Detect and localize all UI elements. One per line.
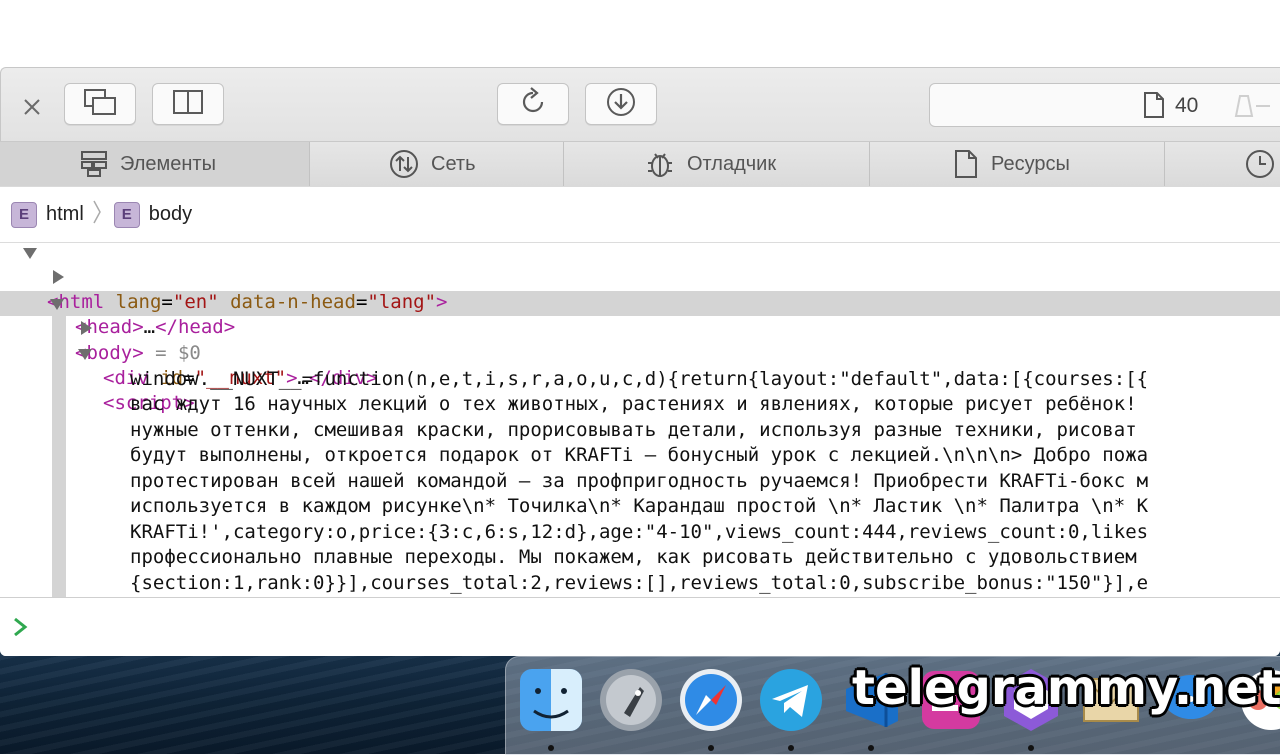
running-indicator [548,745,554,751]
tab-network[interactable]: Сеть [311,142,564,186]
dom-node-head[interactable]: <head>…</head> [0,265,235,338]
download-button[interactable] [585,83,657,125]
dom-node-script[interactable]: <script> [0,341,195,414]
running-indicator [868,745,874,751]
watermark-text: telegrammy.net [852,660,1280,716]
activity-viewer[interactable]: 40 [929,83,1280,127]
launchpad-icon[interactable] [596,665,666,735]
download-icon [605,86,637,123]
dom-node-body[interactable]: <body> = $0 [0,291,1280,364]
dock-mode-icon [83,88,117,121]
safari-icon[interactable] [676,665,746,735]
tab-timeline[interactable] [1166,142,1280,186]
inspector-toolbar: 40 [0,67,1280,142]
dom-tree: <html lang="en" data-n-head="lang"> <hea… [0,243,1280,597]
disclosure-triangle-icon[interactable] [23,248,37,259]
tab-label: Отладчик [687,152,777,175]
breadcrumb-label: html [46,203,84,225]
script-text-line: используется в каждом рисунке\n* Точилка… [130,495,1149,517]
timeline-icon [1244,148,1276,180]
resource-count: 40 [1175,94,1199,117]
split-view-button[interactable] [152,83,224,125]
dom-node-html[interactable]: <html lang="en" data-n-head="lang"> [0,243,447,313]
dom-node-div-nuxt[interactable]: <div id="__nuxt">…</div> [0,316,378,389]
reload-icon [518,86,548,122]
console-prompt-icon [12,616,30,643]
dock-mode-button[interactable] [64,83,136,125]
close-icon[interactable] [19,94,45,120]
network-icon [389,149,419,179]
breadcrumb-label: body [148,203,193,225]
script-text-line: будут выполнены, откроется подарок от KR… [130,444,1149,466]
running-indicator [1028,745,1034,751]
telegram-icon[interactable] [756,665,826,735]
disclosure-triangle-icon[interactable] [50,299,64,310]
breadcrumb-item-body[interactable]: E body [113,201,193,228]
breadcrumb-separator-icon [92,199,102,230]
web-inspector-window: 40 Элементы Сеть Отладчик Ресурсы E html… [0,0,1280,656]
breadcrumb: E html E body [0,187,1280,243]
disclosure-triangle-icon[interactable] [81,321,92,335]
split-view-icon [172,89,204,120]
disclosure-triangle-icon[interactable] [78,349,92,360]
warning-icon [1230,92,1270,125]
tab-debugger[interactable]: Отладчик [565,142,870,186]
disclosure-triangle-icon[interactable] [53,270,64,284]
script-text-line: window.__NUXT__=function(n,e,t,i,s,r,a,o… [130,368,1149,390]
elements-icon [80,150,108,178]
reload-button[interactable] [497,83,569,125]
inspector-tabs: Элементы Сеть Отладчик Ресурсы [0,141,1280,188]
element-badge-icon: E [113,201,140,228]
tab-label: Сеть [431,152,476,175]
document-icon [1142,91,1166,124]
finder-icon[interactable] [516,665,586,735]
running-indicator [708,745,714,751]
script-text-line: вас ждут 16 научных лекций о тех животны… [130,393,1149,415]
script-text-line: протестирован всей нашей командой — за п… [130,470,1149,492]
script-text-line: KRAFTi!',category:o,price:{3:c,6:s,12:d}… [130,521,1149,543]
console-input[interactable] [0,597,1280,656]
running-indicator [788,745,794,751]
tab-resources[interactable]: Ресурсы [871,142,1165,186]
script-text-line: нужные оттенки, смешивая краски, прорисо… [130,419,1137,441]
tab-elements[interactable]: Элементы [0,142,310,186]
debugger-icon [645,149,675,179]
tab-label: Элементы [120,152,216,175]
resources-icon [953,149,979,179]
script-text-line: {section:1,rank:0}}],courses_total:2,rev… [130,572,1149,594]
script-text-line: профессионально плавные переходы. Мы пок… [130,546,1149,568]
breadcrumb-item-html[interactable]: E html [11,201,84,228]
tab-label: Ресурсы [991,152,1070,175]
page-content-area [0,0,1280,67]
element-badge-icon: E [11,201,37,228]
